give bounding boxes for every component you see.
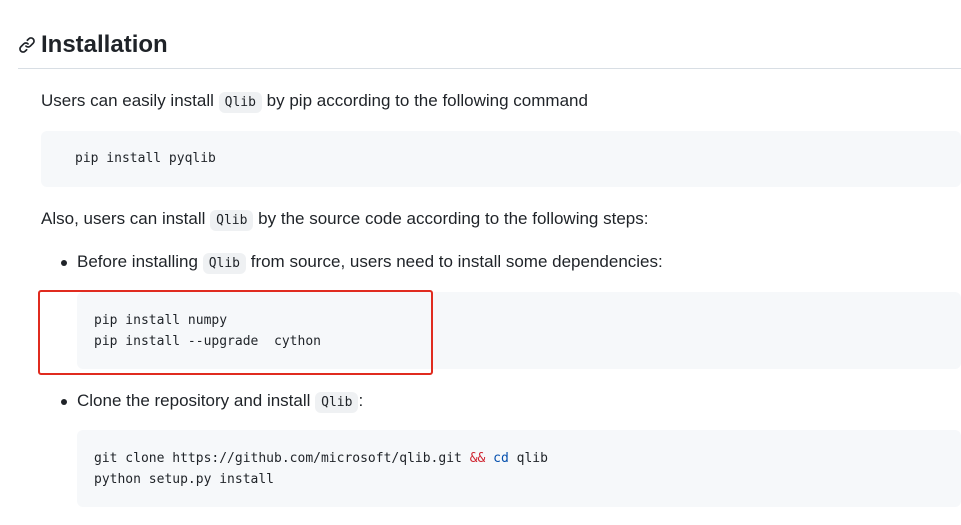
list-bullet	[61, 399, 67, 405]
section-heading: Installation	[18, 28, 961, 69]
inline-code-qlib: Qlib	[218, 92, 262, 113]
section-title: Installation	[41, 31, 168, 58]
inline-code-qlib: Qlib	[202, 253, 246, 274]
list-bullet	[61, 260, 67, 266]
cd-command: cd	[493, 451, 509, 466]
intro-paragraph: Users can easily install Qlib by pip acc…	[41, 89, 588, 115]
clone-code-block[interactable]: git clone https://github.com/microsoft/q…	[77, 430, 961, 507]
highlight-annotation-box	[38, 290, 433, 375]
code-line-clone: git clone https://github.com/microsoft/q…	[94, 451, 548, 466]
source-intro-paragraph: Also, users can install Qlib by the sour…	[41, 207, 648, 233]
inline-code-qlib: Qlib	[315, 392, 359, 413]
step1-after: from source, users need to install some …	[246, 252, 663, 271]
step2-after: :	[358, 391, 364, 410]
step2-before: Clone the repository and install	[77, 391, 316, 410]
intro-text-before: Users can easily install	[41, 91, 219, 110]
pip-install-code-block[interactable]: pip install pyqlib	[41, 131, 961, 187]
and-operator: &&	[469, 451, 486, 466]
source-intro-before: Also, users can install	[41, 209, 211, 228]
source-intro-after: by the source code according to the foll…	[253, 209, 649, 228]
code-line: python setup.py install	[94, 472, 275, 487]
intro-text-after: by pip according to the following comman…	[261, 91, 588, 110]
code-line: pip install pyqlib	[75, 151, 216, 166]
step1-before: Before installing	[77, 252, 203, 271]
code-text: git clone https://github.com/microsoft/q…	[94, 451, 470, 466]
inline-code-qlib: Qlib	[210, 210, 254, 231]
list-item-clone: Clone the repository and install Qlib:	[77, 389, 363, 415]
list-item-dependencies: Before installing Qlib from source, user…	[77, 250, 663, 276]
link-icon[interactable]	[18, 36, 36, 54]
code-text: qlib	[508, 451, 548, 466]
